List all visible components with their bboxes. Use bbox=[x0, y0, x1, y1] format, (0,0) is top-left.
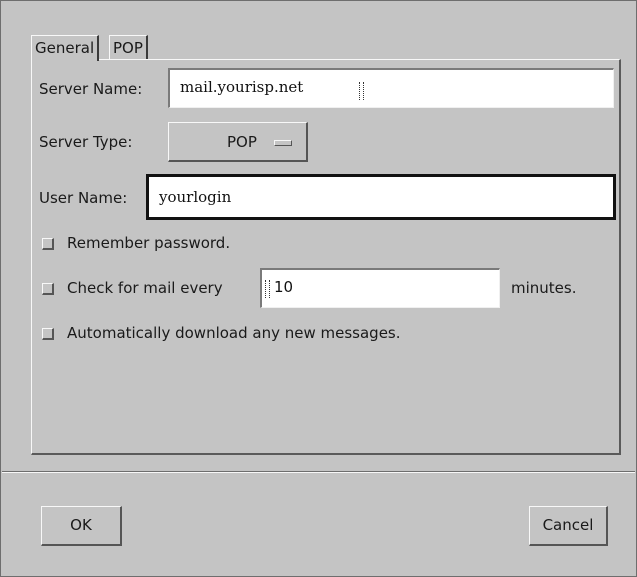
server-type-value: POP bbox=[227, 133, 257, 151]
ok-button-label: OK bbox=[70, 516, 92, 534]
user-name-value: yourlogin bbox=[159, 188, 232, 206]
user-name-field[interactable]: yourlogin bbox=[146, 174, 616, 220]
auto-download-checkbox[interactable] bbox=[42, 328, 54, 340]
server-name-label: Server Name: bbox=[39, 80, 143, 98]
minutes-label: minutes. bbox=[511, 279, 577, 297]
server-name-field[interactable]: mail.yourisp.net bbox=[168, 68, 614, 108]
tab-general[interactable]: General bbox=[31, 35, 100, 61]
check-mail-checkbox[interactable] bbox=[42, 283, 54, 295]
tab-pop[interactable]: POP bbox=[109, 35, 148, 59]
action-area-separator-highlight bbox=[2, 472, 635, 473]
mail-server-dialog: General POP Server Name: mail.yourisp.ne… bbox=[0, 0, 637, 577]
server-type-select[interactable]: POP bbox=[168, 122, 308, 162]
check-interval-value: 10 bbox=[274, 278, 294, 296]
cancel-button-label: Cancel bbox=[542, 516, 594, 534]
auto-download-label: Automatically download any new messages. bbox=[67, 324, 401, 342]
text-cursor-icon bbox=[265, 280, 270, 298]
server-type-label: Server Type: bbox=[39, 133, 133, 151]
user-name-label: User Name: bbox=[39, 189, 128, 207]
tab-pop-label: POP bbox=[113, 39, 143, 57]
check-interval-field[interactable]: 10 bbox=[260, 268, 500, 308]
cancel-button[interactable]: Cancel bbox=[529, 506, 608, 546]
text-cursor-icon bbox=[359, 82, 364, 100]
tab-general-label: General bbox=[35, 39, 95, 57]
option-menu-indicator-icon bbox=[274, 140, 292, 146]
server-name-value: mail.yourisp.net bbox=[180, 78, 304, 96]
remember-password-checkbox[interactable] bbox=[42, 238, 54, 250]
remember-password-label: Remember password. bbox=[67, 234, 231, 252]
ok-button[interactable]: OK bbox=[41, 506, 122, 546]
check-mail-label: Check for mail every bbox=[67, 279, 223, 297]
general-panel: Server Name: mail.yourisp.net Server Typ… bbox=[31, 59, 621, 455]
